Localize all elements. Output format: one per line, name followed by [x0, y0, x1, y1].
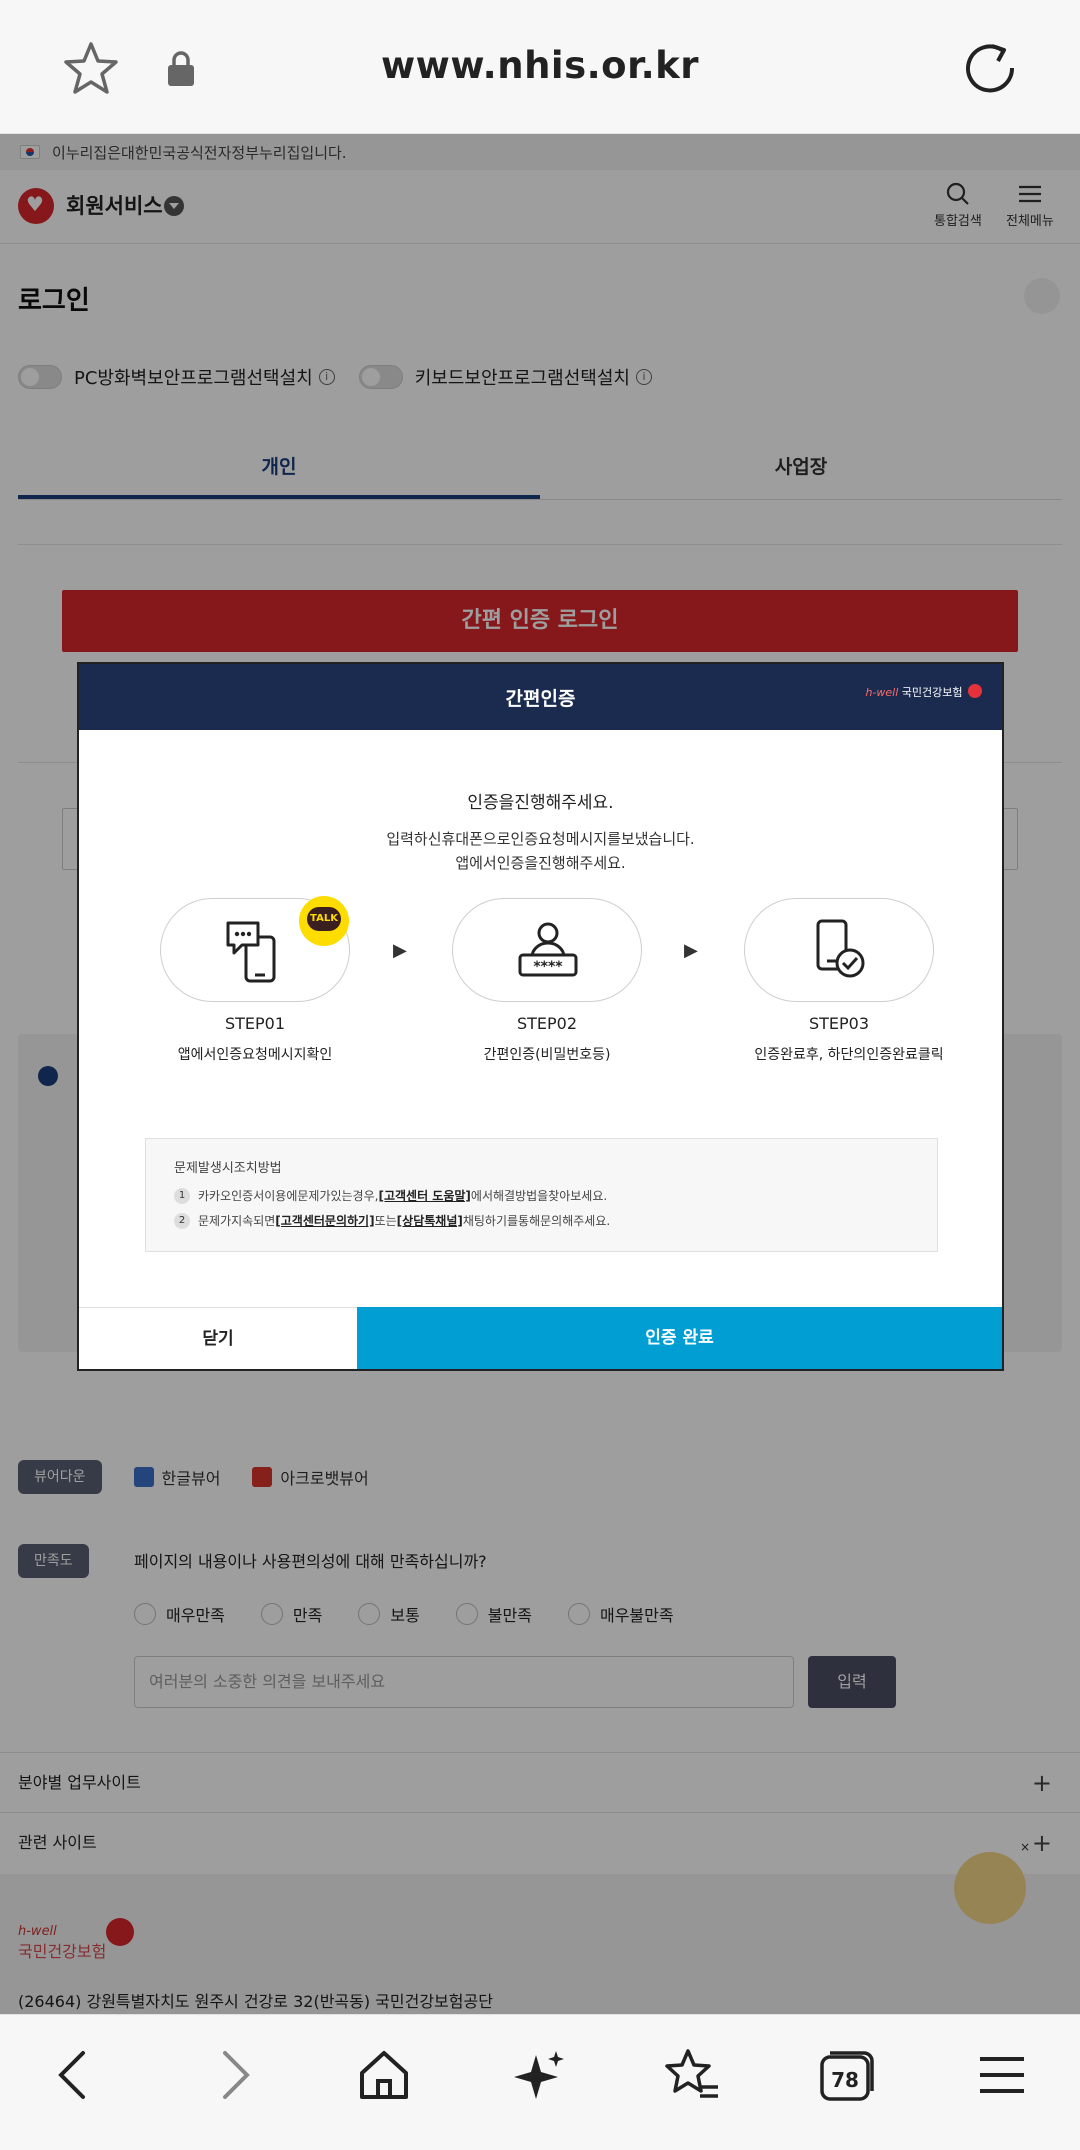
easy-auth-modal: 간편인증 h-well 국민건강보험 인증을진행해주세요. 입력하신휴대폰으로인… — [77, 662, 1004, 1371]
brand-small: h-well — [865, 686, 899, 699]
step3-label: STEP03 — [808, 1014, 870, 1033]
customer-center-inquiry-link[interactable]: [고객센터문의하기] — [275, 1212, 374, 1229]
modal-brand-logo: h-well 국민건강보험 — [865, 684, 982, 700]
step1-description: 앱에서인증요청메시지확인 — [177, 1047, 333, 1063]
bookmarks-button[interactable] — [662, 2045, 722, 2105]
arrow-right-icon: ▶ — [684, 940, 698, 961]
step2-circle: **** — [452, 898, 642, 1002]
home-button[interactable] — [354, 2045, 414, 2105]
chat-phone-icon — [226, 921, 276, 983]
back-button[interactable] — [45, 2045, 105, 2105]
help-line1-post: 에서해결방법을찾아보세요. — [470, 1189, 608, 1203]
svg-text:****: **** — [533, 959, 563, 975]
modal-description-line1: 입력하신휴대폰으로인증요청메시지를보냈습니다. — [386, 830, 695, 848]
user-password-icon: **** — [518, 922, 578, 977]
ai-assistant-button[interactable] — [510, 2045, 570, 2105]
consult-talk-channel-link[interactable]: [상담톡채널] — [397, 1212, 463, 1229]
main-menu-button[interactable] — [972, 2045, 1032, 2105]
help-line-2: 2 문제가지속되면 [고객센터문의하기] 또는 [상담톡채널] 채팅하기를통해문… — [174, 1212, 610, 1229]
url-bar[interactable]: www.nhis.or.kr — [0, 44, 1080, 87]
modal-heading: 인증을진행해주세요. — [467, 793, 614, 813]
talk-badge-text: TALK — [307, 907, 341, 931]
sparkle-icon — [514, 2051, 564, 2099]
number-badge: 1 — [174, 1187, 190, 1204]
step3-circle — [744, 898, 934, 1002]
heart-logo-icon — [968, 684, 982, 698]
bookmark-list-icon — [665, 2049, 718, 2098]
tabs-icon: 78 — [820, 2051, 874, 2101]
auth-complete-button[interactable]: 인증 완료 — [357, 1307, 1002, 1369]
browser-bottom-bar: 78 — [0, 2014, 1080, 2150]
reload-icon[interactable] — [962, 40, 1018, 96]
step3-description: 인증완료후, 하단의인증완료클릭 — [754, 1047, 944, 1063]
brand-text: 국민건강보험 — [901, 686, 963, 699]
modal-header: 간편인증 h-well 국민건강보험 — [79, 664, 1002, 730]
modal-description-line2: 앱에서인증을진행해주세요. — [455, 854, 626, 872]
arrow-right-icon: ▶ — [393, 940, 407, 961]
phone-check-icon — [816, 919, 865, 978]
help-line1-pre: 카카오인증서이용에문제가있는경우, — [198, 1189, 379, 1203]
number-badge: 2 — [174, 1212, 190, 1229]
customer-center-help-link[interactable]: [고객센터 도움말] — [378, 1187, 470, 1204]
help-line2-pre: 문제가지속되면 — [198, 1214, 276, 1228]
tab-count: 78 — [831, 2068, 859, 2092]
help-line-1: 1 카카오인증서이용에문제가있는경우, [고객센터 도움말] 에서해결방법을찾아… — [174, 1187, 607, 1204]
close-button[interactable]: 닫기 — [79, 1307, 357, 1369]
troubleshooting-box: 문제발생시조치방법 1 카카오인증서이용에문제가있는경우, [고객센터 도움말]… — [145, 1138, 938, 1252]
step2-description: 간편인증(비밀번호등) — [483, 1047, 611, 1063]
tabs-button[interactable]: 78 — [816, 2045, 876, 2105]
help-line2-post: 채팅하기를통해문의해주세요. — [462, 1214, 611, 1228]
chevron-left-icon — [58, 2051, 85, 2099]
kakao-talk-badge: TALK — [299, 896, 349, 946]
help-title: 문제발생시조치방법 — [174, 1161, 282, 1176]
browser-top-bar: www.nhis.or.kr — [0, 0, 1080, 134]
modal-title: 간편인증 — [505, 688, 576, 710]
step2-label: STEP02 — [516, 1014, 578, 1033]
help-line2-mid: 또는 — [374, 1214, 397, 1228]
forward-button[interactable] — [203, 2045, 263, 2105]
chevron-right-icon — [223, 2051, 250, 2099]
hamburger-menu-icon — [980, 2057, 1024, 2093]
home-icon — [360, 2051, 408, 2099]
step1-label: STEP01 — [224, 1014, 286, 1033]
